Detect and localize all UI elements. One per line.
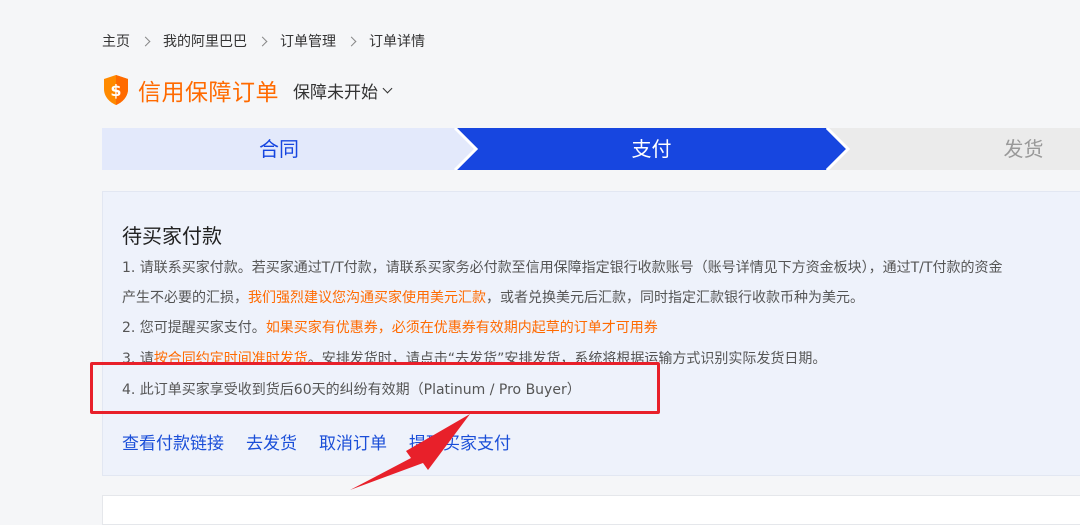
funds-panel xyxy=(102,495,1080,525)
instruction-line-3-a: 2. 您可提醒买家支付。 xyxy=(122,320,266,336)
coupon-note: 如果买家有优惠券，必须在优惠券有效期内起草的订单才可用券 xyxy=(265,320,658,336)
breadcrumb-order-management[interactable]: 订单管理 xyxy=(280,31,336,51)
order-progress-steps: 合同 支付 发货 xyxy=(102,128,1080,170)
shield-dollar-icon: $ xyxy=(104,75,128,105)
page-header: $ 信用保障订单 保障未开始 xyxy=(102,72,393,108)
instruction-line-2-c: ，或者兑换美元后汇款，同时指定汇款银行收款币种为美元。 xyxy=(486,290,864,306)
instruction-line-2: 产生不必要的汇损，我们强烈建议您沟通买家使用美元汇款，或者兑换美元后汇款，同时指… xyxy=(122,288,864,308)
remind-buyer-button[interactable]: 提醒买家支付 xyxy=(409,429,511,454)
annotation-highlight-box xyxy=(90,362,660,414)
chevron-right-icon xyxy=(257,36,268,46)
page-title: 信用保障订单 xyxy=(138,80,279,106)
instruction-line-3: 2. 您可提醒买家支付。如果买家有优惠券，必须在优惠券有效期内起草的订单才可用券 xyxy=(122,318,658,338)
breadcrumb-order-detail: 订单详情 xyxy=(369,34,425,50)
guarantee-status-label: 保障未开始 xyxy=(293,82,378,103)
chevron-right-icon xyxy=(346,36,357,46)
chevron-down-icon xyxy=(382,83,393,93)
view-payment-link-button[interactable]: 查看付款链接 xyxy=(122,429,224,454)
chevron-right-icon xyxy=(140,36,151,46)
order-actions: 查看付款链接 去发货 取消订单 提醒买家支付 xyxy=(122,429,511,454)
usd-recommendation: 我们强烈建议您沟通买家使用美元汇款 xyxy=(248,290,486,306)
ship-button[interactable]: 去发货 xyxy=(246,429,297,454)
step-shipping: 发货 xyxy=(1003,137,1044,161)
instruction-line-2-a: 产生不必要的汇损， xyxy=(122,290,248,306)
instruction-line-1: 1. 请联系买家付款。若买家通过T/T付款，请联系买家务必付款至信用保障指定银行… xyxy=(122,260,1003,276)
breadcrumb-my-alibaba[interactable]: 我的阿里巴巴 xyxy=(163,31,247,51)
card-title: 待买家付款 xyxy=(122,224,222,248)
step-contract: 合同 xyxy=(259,137,299,161)
breadcrumb: 主页 我的阿里巴巴 订单管理 订单详情 xyxy=(102,30,425,52)
cancel-order-button[interactable]: 取消订单 xyxy=(319,429,387,454)
step-payment: 支付 xyxy=(631,137,672,161)
svg-text:$: $ xyxy=(110,81,121,100)
breadcrumb-home[interactable]: 主页 xyxy=(102,31,130,51)
guarantee-status-dropdown[interactable]: 保障未开始 xyxy=(293,78,393,103)
